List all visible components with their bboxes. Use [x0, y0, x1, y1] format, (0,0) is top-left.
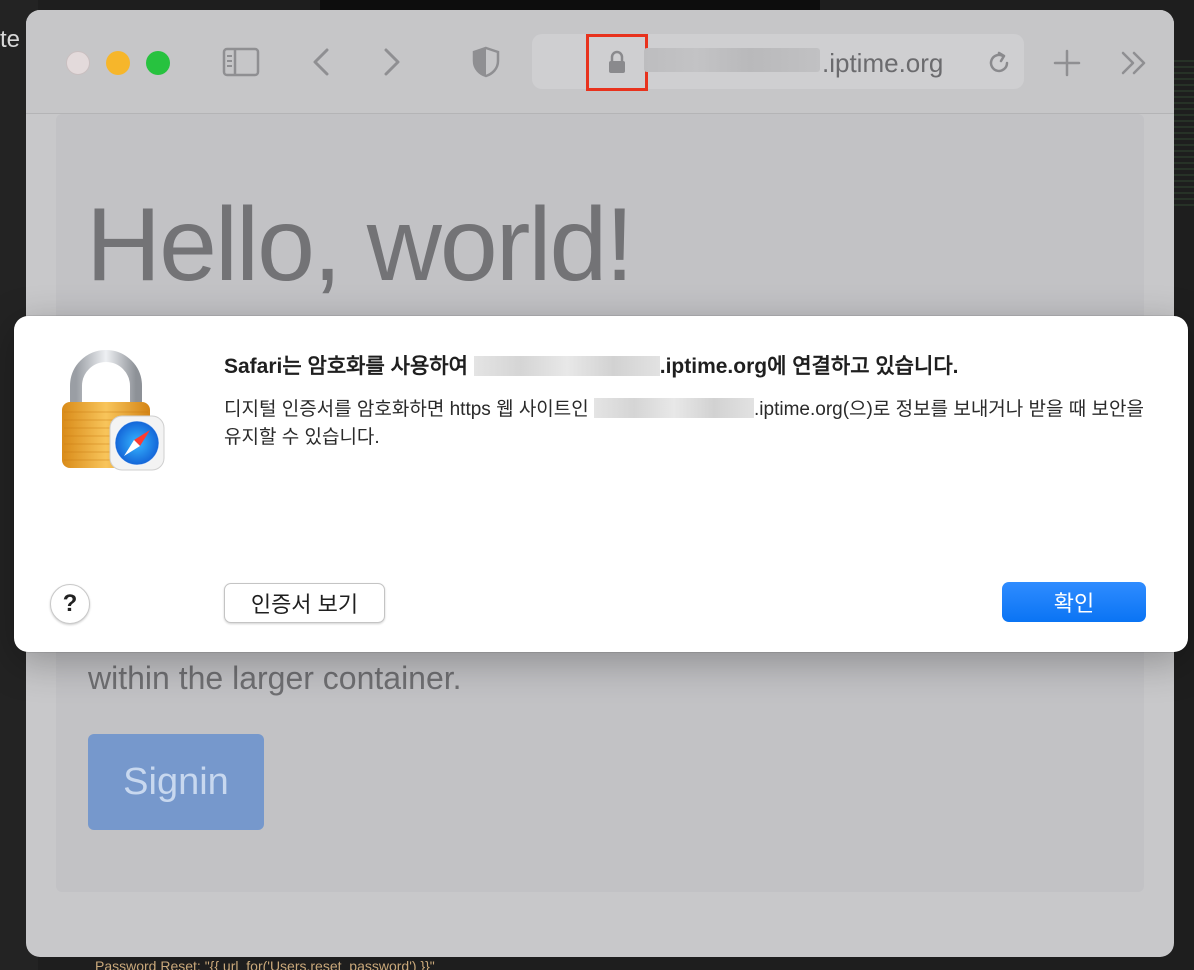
help-button[interactable]: ?: [50, 584, 90, 624]
minimize-window-button[interactable]: [106, 51, 130, 75]
sidebar-icon[interactable]: [222, 47, 260, 77]
background-window-text: te: [0, 26, 21, 53]
shield-icon[interactable]: [472, 46, 500, 78]
redacted-hostname: [594, 398, 755, 418]
url-domain: .iptime.org: [822, 48, 944, 78]
dialog-title: Safari는 암호화를 사용하여 .iptime.org에 연결하고 있습니다…: [224, 355, 959, 378]
new-tab-icon[interactable]: [1052, 48, 1082, 78]
more-icon[interactable]: [1120, 50, 1148, 76]
redacted-hostname: [473, 356, 660, 376]
padlock-safari-icon: [62, 350, 165, 471]
zoom-window-button[interactable]: [146, 51, 170, 75]
toolbar: .iptime.org: [26, 10, 1174, 114]
ok-button[interactable]: 확인: [1002, 582, 1146, 622]
page-lead-text: within the larger container.: [88, 660, 462, 696]
back-icon[interactable]: [311, 48, 331, 76]
redacted-hostname: [644, 48, 820, 72]
lock-highlight-box: [586, 34, 648, 91]
view-certificate-button[interactable]: 인증서 보기: [224, 583, 385, 623]
certificate-dialog: Safari는 암호화를 사용하여 .iptime.org에 연결하고 있습니다…: [14, 316, 1188, 652]
dialog-message: 디지털 인증서를 암호화하면 https 웹 사이트인 .iptime.org(…: [224, 398, 1144, 448]
background-code-line: Password Reset: "{{ url_for('Users.reset…: [95, 958, 435, 970]
reload-icon[interactable]: [986, 50, 1012, 76]
background-window-edge: [320, 0, 820, 10]
close-window-button[interactable]: [66, 51, 90, 75]
signin-button[interactable]: Signin: [88, 734, 264, 830]
forward-icon[interactable]: [382, 48, 402, 76]
page-heading: Hello, world!: [86, 187, 634, 303]
